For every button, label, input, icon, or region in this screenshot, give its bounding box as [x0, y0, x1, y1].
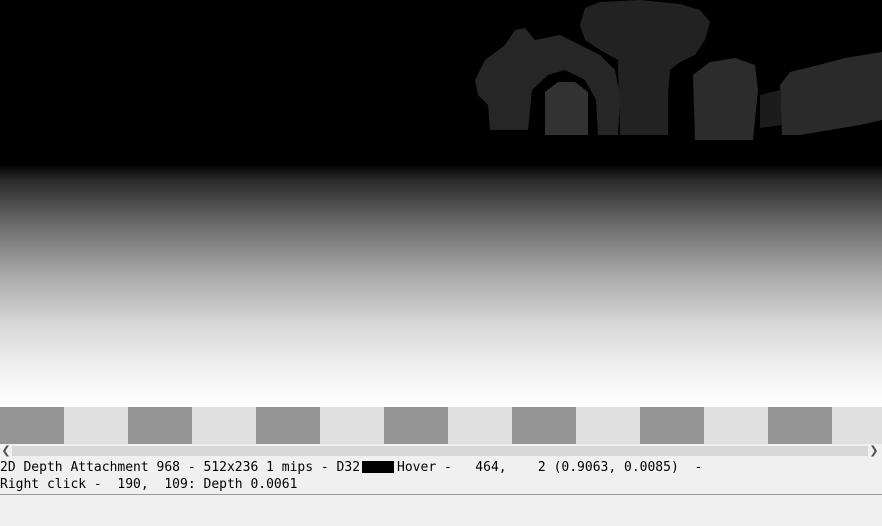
depth-gradient-plane [0, 166, 882, 407]
scene-depth-silhouette [475, 0, 882, 140]
checkerboard-background [0, 407, 882, 444]
silhouette-door [545, 82, 588, 135]
silhouette-right [780, 52, 882, 135]
status-bar: 2D Depth Attachment 968 - 512x236 1 mips… [0, 458, 882, 498]
status-divider [0, 494, 882, 495]
status-line-texture-info: 2D Depth Attachment 968 - 512x236 1 mips… [0, 459, 702, 476]
horizontal-scrollbar[interactable]: ❮ ❯ [0, 444, 882, 458]
chevron-left-icon[interactable]: ❮ [0, 444, 12, 458]
status-line-right-click: Right click - 190, 109: Depth 0.0061 [0, 477, 298, 492]
pixel-color-swatch [362, 461, 395, 473]
chevron-right-icon[interactable]: ❯ [868, 444, 880, 458]
silhouette-strip [760, 90, 782, 128]
hover-info-text: Hover - 464, 2 (0.9063, 0.0085) - [397, 460, 703, 475]
texture-viewport[interactable] [0, 0, 882, 444]
texture-info-text: 2D Depth Attachment 968 - 512x236 1 mips… [0, 460, 361, 475]
silhouette-block [693, 58, 758, 140]
scrollbar-track[interactable] [12, 446, 868, 456]
